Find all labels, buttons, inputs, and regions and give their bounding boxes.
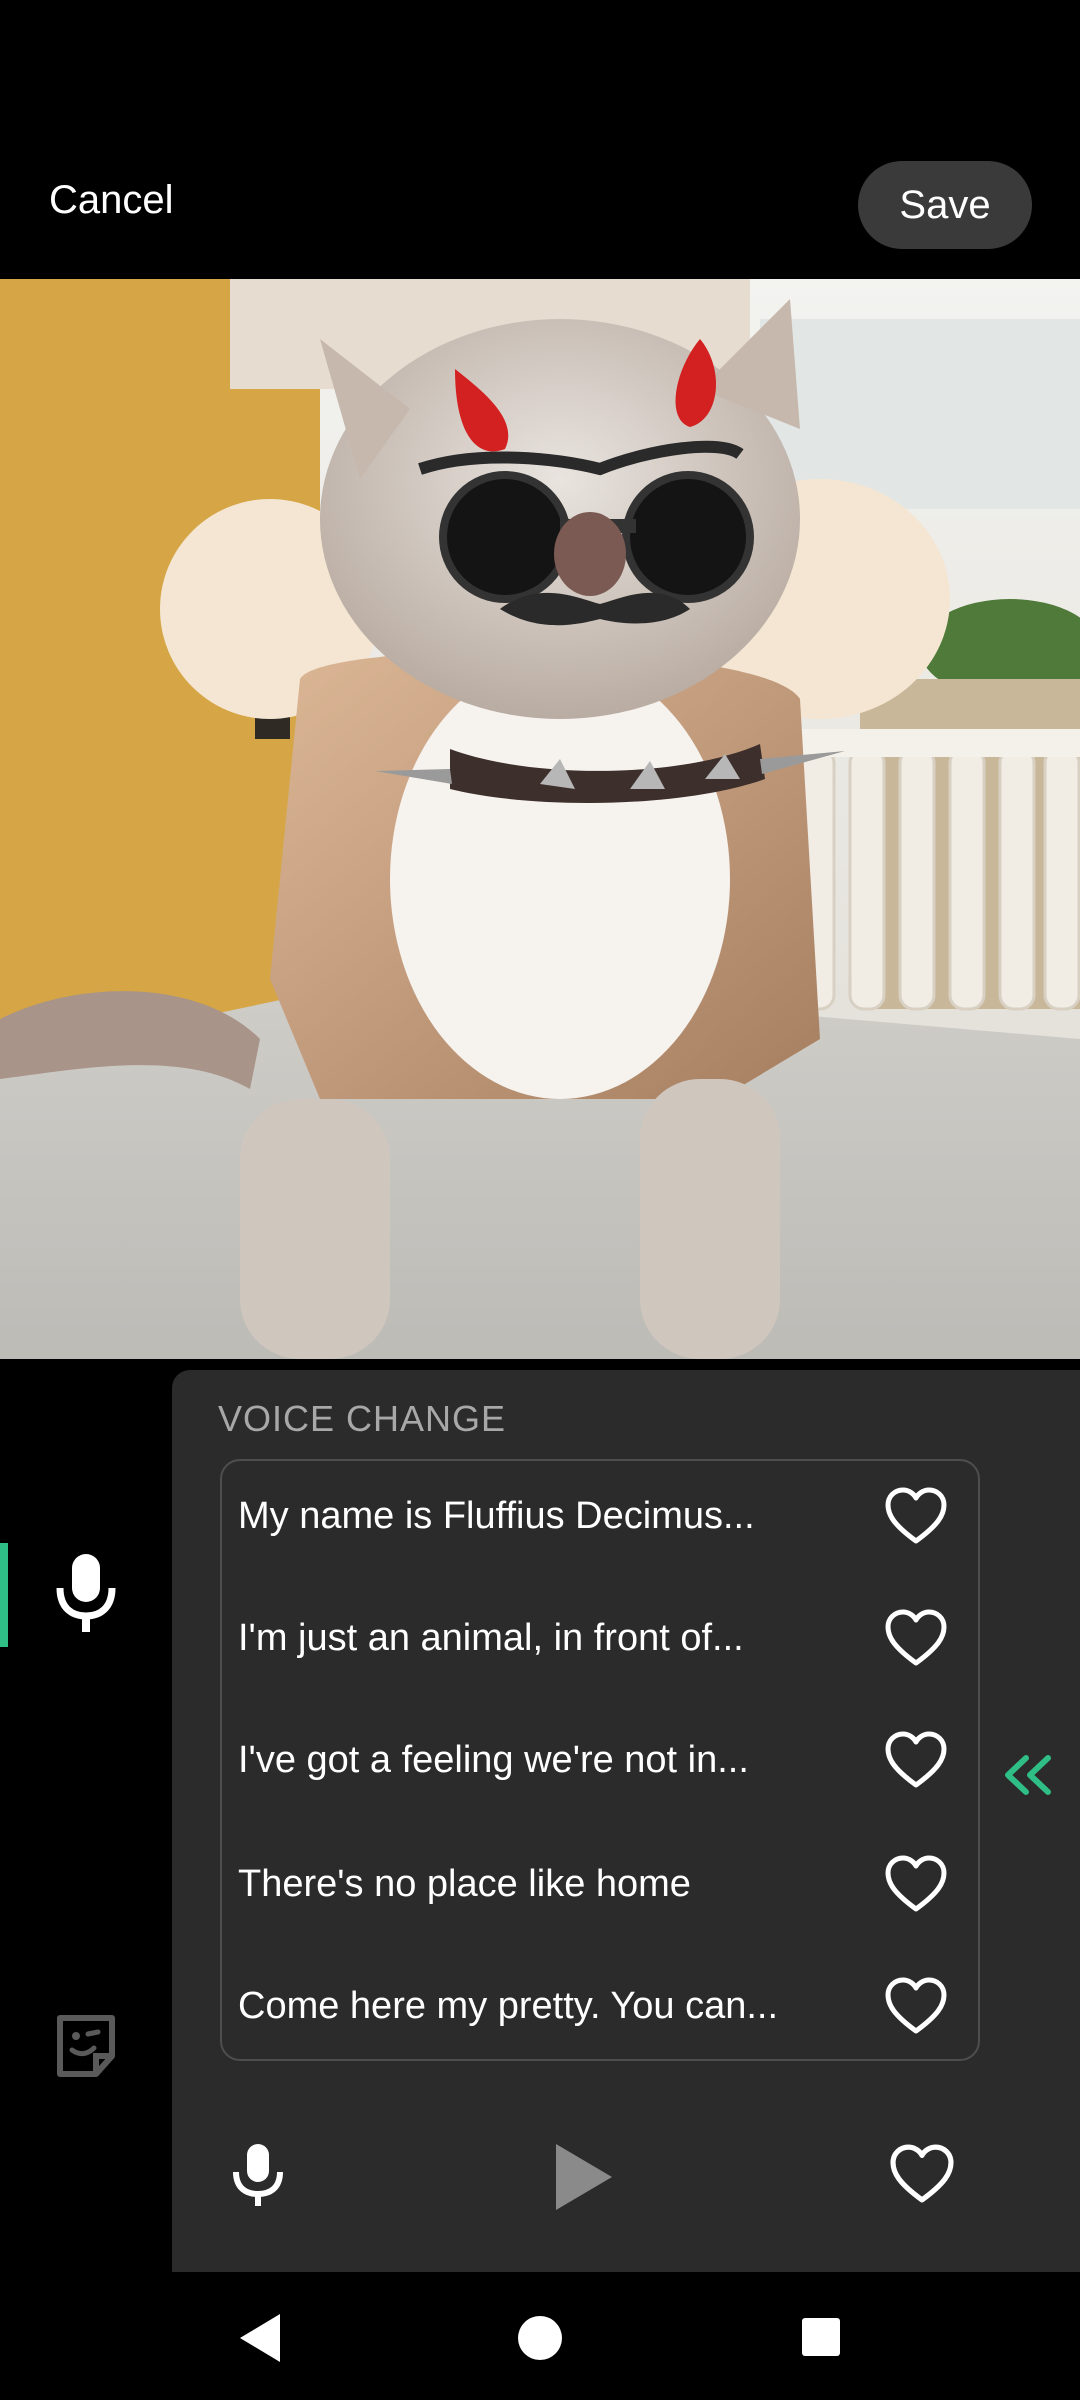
selected-tool-indicator	[0, 1543, 8, 1647]
heart-icon[interactable]	[888, 2144, 956, 2204]
photo-preview[interactable]	[0, 279, 1080, 1359]
heart-icon[interactable]	[884, 1609, 948, 1667]
list-item[interactable]: There's no place like home	[222, 1829, 978, 1939]
double-chevron-left-icon[interactable]	[998, 1750, 1058, 1800]
cancel-button[interactable]: Cancel	[49, 178, 174, 223]
heart-icon[interactable]	[884, 1487, 948, 1545]
list-item[interactable]: My name is Fluffius Decimus...	[222, 1461, 978, 1571]
tool-rail	[0, 1360, 172, 2272]
voice-line-text: My name is Fluffius Decimus...	[238, 1494, 755, 1537]
voice-change-panel: VOICE CHANGE My name is Fluffius Decimus…	[172, 1370, 1080, 2274]
microphone-icon[interactable]	[50, 1548, 122, 1638]
play-icon[interactable]	[552, 2140, 616, 2214]
sticker-icon[interactable]	[52, 2012, 120, 2080]
home-icon[interactable]	[516, 2314, 564, 2362]
heart-icon[interactable]	[884, 1977, 948, 2035]
panel-title: VOICE CHANGE	[218, 1398, 507, 1439]
save-button[interactable]: Save	[858, 161, 1032, 249]
heart-icon[interactable]	[884, 1855, 948, 1913]
voice-line-text: I've got a feeling we're not in...	[238, 1738, 749, 1781]
voice-line-text: I'm just an animal, in front of...	[238, 1616, 744, 1659]
list-item[interactable]: Come here my pretty. You can...	[222, 1951, 978, 2061]
recents-icon[interactable]	[800, 2316, 842, 2358]
list-item[interactable]: I've got a feeling we're not in...	[222, 1705, 978, 1815]
voice-line-text: There's no place like home	[238, 1862, 691, 1905]
heart-icon[interactable]	[884, 1731, 948, 1789]
list-item[interactable]: I'm just an animal, in front of...	[222, 1583, 978, 1693]
record-microphone-icon[interactable]	[230, 2140, 286, 2210]
voice-line-text: Come here my pretty. You can...	[238, 1984, 779, 2027]
cat-photo	[0, 279, 1080, 1359]
back-icon[interactable]	[236, 2312, 284, 2364]
voice-line-list: My name is Fluffius Decimus... I'm just …	[220, 1459, 980, 2061]
